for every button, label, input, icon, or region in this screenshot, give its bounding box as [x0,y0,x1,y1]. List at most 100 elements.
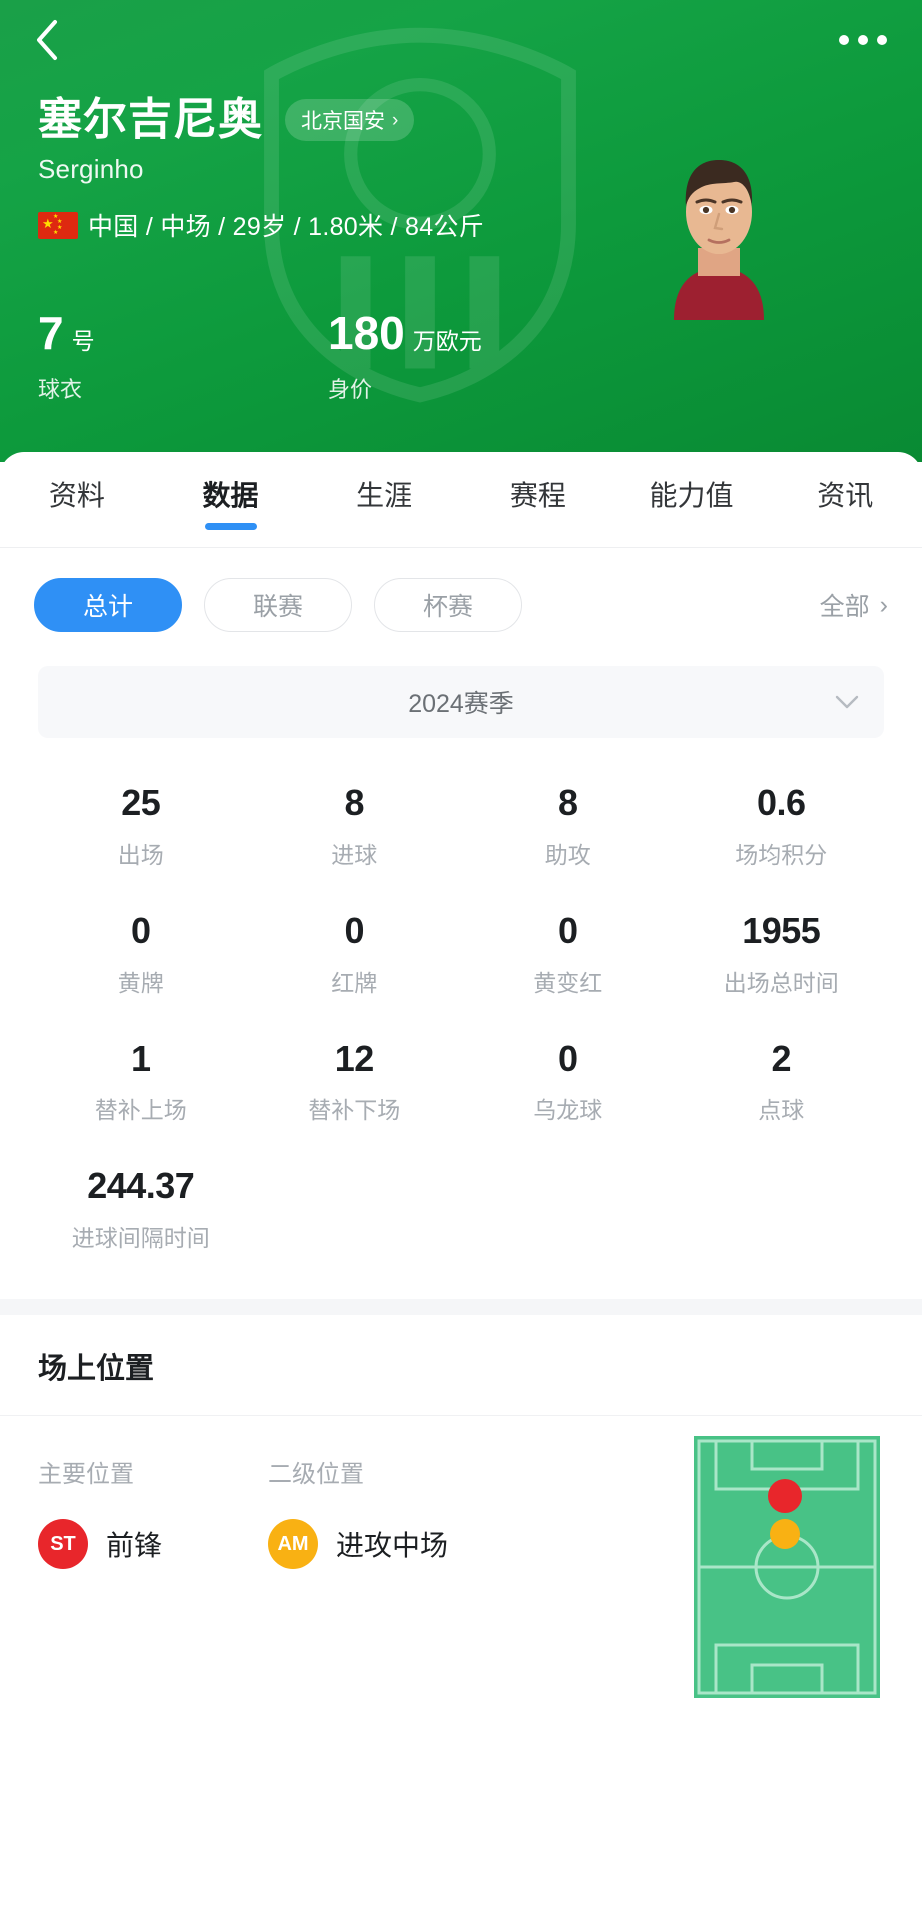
kpi-market-value-value: 180 [328,307,405,359]
more-options-button[interactable] [832,19,894,61]
china-flag-icon: ★ ★ ★ ★ ★ [38,211,78,239]
content-sheet: 资料 数据 生涯 赛程 能力值 资讯 总计 联赛 杯赛 全部 › 2024赛季 [0,452,922,1920]
filter-chip-row: 总计 联赛 杯赛 全部 › [0,548,922,632]
filter-chip-cup[interactable]: 杯赛 [374,578,522,632]
stat-label: 场均积分 [735,841,828,868]
stat-value: 0 [557,1037,578,1079]
stat-points-per-game: 0.6 场均积分 [675,784,889,870]
stat-label: 黄变红 [533,969,603,996]
stat-label: 助攻 [544,841,591,868]
stat-label: 进球 [331,841,378,868]
stat-label: 进球间隔时间 [71,1225,210,1252]
flag-star-large: ★ [42,215,54,231]
season-selector[interactable]: 2024赛季 [38,666,884,738]
stat-value: 244.37 [87,1165,195,1207]
tab-ratings[interactable]: 能力值 [615,474,769,530]
position-section-title: 场上位置 [0,1315,922,1417]
stat-value: 2 [771,1037,792,1079]
section-divider [0,1299,922,1316]
more-dot-1 [839,35,849,45]
player-profile-screen: 塞尔吉尼奥 北京国安 › Serginho ★ ★ ★ ★ ★ 中国 / 中场 … [0,0,922,1920]
tab-news[interactable]: 资讯 [768,474,922,530]
player-meta-row: ★ ★ ★ ★ ★ 中国 / 中场 / 29岁 / 1.80米 / 84公斤 [38,207,484,243]
primary-position-badge-icon: ST [38,1519,88,1570]
stat-label: 乌龙球 [533,1097,603,1124]
top-navbar [0,0,922,80]
page-title: 塞尔吉尼奥 [38,95,263,144]
stat-assists: 8 助攻 [461,784,675,870]
stat-subbed-off: 12 替补下场 [248,1037,462,1126]
filter-chip-league[interactable]: 联赛 [204,578,352,632]
player-portrait [654,140,784,320]
player-kpi-row: 7 号 球衣 180 万欧元 身价 [38,310,618,404]
kpi-market-value: 180 万欧元 身价 [328,310,618,404]
football-pitch-diagram [694,1436,880,1699]
team-link-chip[interactable]: 北京国安 › [285,99,415,142]
primary-position-row: ST 前锋 [38,1519,268,1570]
stat-label: 红牌 [331,969,378,996]
stat-label: 出场 [117,841,164,868]
stat-value: 0 [344,909,365,951]
statistics-grid: 25 出场 8 进球 8 助攻 0.6 场均积分 0 黄牌 0 红牌 0 黄变红… [0,738,922,1253]
kpi-shirt-number-top: 7 号 [38,310,328,356]
stat-subbed-on: 1 替补上场 [34,1037,248,1126]
tab-career[interactable]: 生涯 [307,474,461,530]
tab-bar: 资料 数据 生涯 赛程 能力值 资讯 [0,452,922,548]
tab-profile[interactable]: 资料 [0,474,154,530]
view-all-link[interactable]: 全部 › [820,587,888,623]
stat-label: 替补下场 [308,1097,401,1124]
secondary-position-column: 二级位置 AM 进攻中场 [268,1454,568,1570]
filter-chip-total[interactable]: 总计 [34,578,182,632]
secondary-position-name: 进攻中场 [336,1530,449,1562]
stat-red-cards: 0 红牌 [248,909,462,998]
primary-position-name: 前锋 [106,1530,163,1562]
stat-label: 出场总时间 [723,969,839,996]
stat-value: 0 [557,909,578,951]
kpi-shirt-number-value: 7 [38,307,64,359]
kpi-shirt-number-unit: 号 [71,328,95,354]
stat-second-yellow: 0 黄变红 [461,909,675,998]
stat-value: 0.6 [756,782,806,823]
secondary-position-badge-icon: AM [268,1519,318,1570]
chevron-right-icon: › [392,109,399,131]
stat-label: 替补上场 [94,1097,187,1124]
more-dot-2 [858,35,868,45]
secondary-position-row: AM 进攻中场 [268,1519,568,1570]
kpi-market-value-top: 180 万欧元 [328,310,618,356]
secondary-position-heading: 二级位置 [268,1461,364,1489]
player-name-row: 塞尔吉尼奥 北京国安 › [38,95,484,144]
position-section: 主要位置 ST 前锋 二级位置 AM 进攻中场 [0,1416,922,1699]
team-name-label: 北京国安 [301,110,385,134]
kpi-market-value-unit: 万欧元 [412,328,482,354]
player-name-latin: Serginho [38,154,144,185]
stat-value: 25 [121,782,161,823]
kpi-shirt-number-label: 球衣 [38,377,83,402]
tab-stats[interactable]: 数据 [154,474,308,530]
stat-value: 8 [557,782,578,823]
season-label: 2024赛季 [408,690,514,718]
stat-empty-1 [248,1167,462,1253]
stat-minutes-per-goal: 244.37 进球间隔时间 [34,1167,248,1253]
stat-value: 1955 [742,909,821,951]
primary-position-heading: 主要位置 [38,1461,134,1489]
stat-empty-3 [675,1167,889,1253]
view-all-label: 全部 [819,593,870,621]
stat-appearances: 25 出场 [34,784,248,870]
stat-empty-2 [461,1167,675,1253]
player-identity-block: 塞尔吉尼奥 北京国安 › Serginho ★ ★ ★ ★ ★ 中国 / 中场 … [38,95,484,243]
stat-goals: 8 进球 [248,784,462,870]
stat-value: 12 [334,1037,375,1079]
stat-yellow-cards: 0 黄牌 [34,909,248,998]
player-meta-text: 中国 / 中场 / 29岁 / 1.80米 / 84公斤 [88,213,485,242]
stat-label: 点球 [758,1097,805,1124]
stat-value: 0 [130,909,151,951]
stat-minutes-played: 1955 出场总时间 [675,909,889,998]
back-button[interactable] [26,19,68,61]
primary-position-column: 主要位置 ST 前锋 [38,1454,268,1570]
kpi-shirt-number: 7 号 球衣 [38,310,328,404]
stat-penalties: 2 点球 [675,1037,889,1126]
more-dot-3 [877,35,887,45]
tab-fixtures[interactable]: 赛程 [461,474,615,530]
stat-own-goals: 0 乌龙球 [461,1037,675,1126]
stat-value: 1 [130,1037,151,1079]
